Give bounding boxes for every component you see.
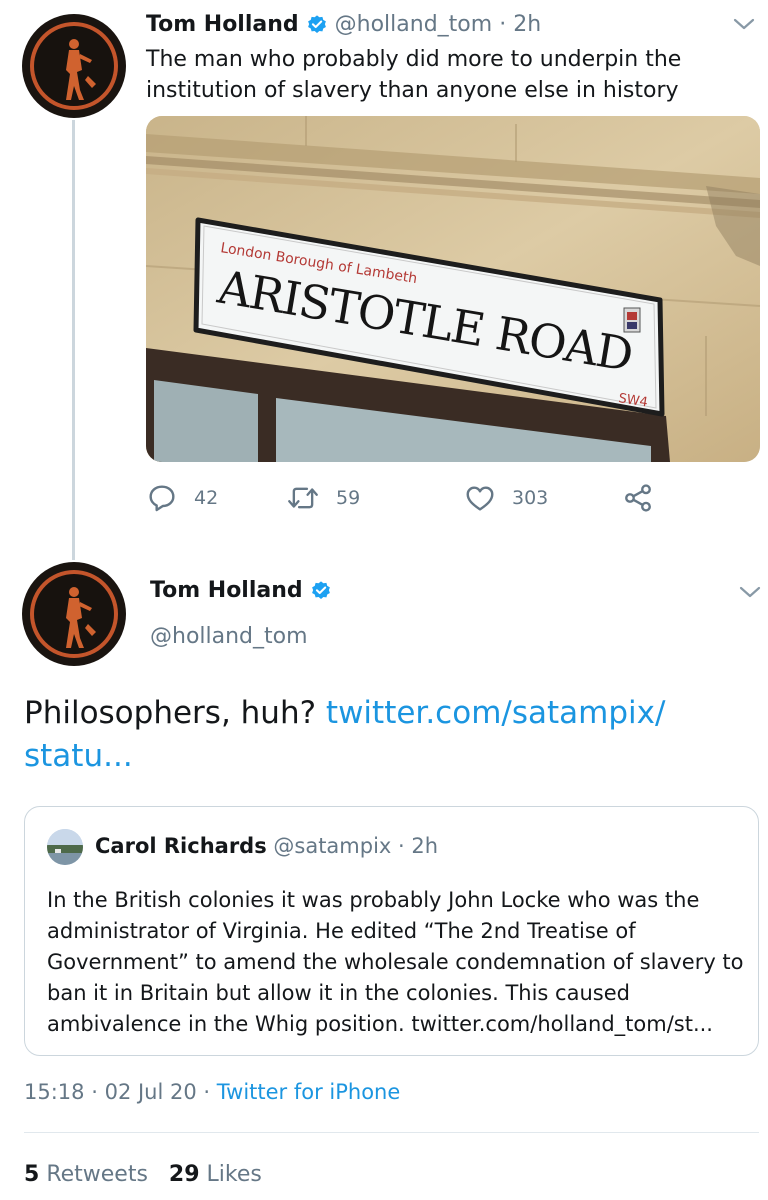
retweets-count: 5: [24, 1162, 40, 1187]
tweet-date: 02 Jul 20: [104, 1080, 197, 1104]
retweets-label: Retweets: [46, 1162, 148, 1187]
tweet-link-part2[interactable]: statu...: [24, 738, 133, 774]
author-name-row: Tom Holland: [150, 576, 332, 606]
vase-figure-icon: [66, 587, 96, 648]
verified-badge-icon: [307, 15, 326, 33]
verified-badge-icon: [311, 581, 330, 599]
tweet-text: The man who probably did more to underpi…: [146, 47, 682, 103]
quoted-author-name[interactable]: Carol Richards: [95, 834, 267, 858]
share-icon: [625, 484, 651, 512]
retweet-icon: [288, 487, 318, 509]
quoted-text: In the British colonies it was probably …: [47, 888, 744, 1036]
street-sign-photo: London Borough of Lambeth ARISTOTLE ROAD…: [146, 116, 760, 462]
quoted-author-handle[interactable]: @satampix: [273, 834, 391, 858]
quoted-header: Carol Richards @satampix · 2h: [95, 831, 438, 861]
tweet-meta: 15:18 · 02 Jul 20 · Twitter for iPhone: [24, 1077, 400, 1107]
avatar[interactable]: [22, 14, 126, 118]
tweet-link-part1[interactable]: twitter.com/satampix/: [326, 695, 666, 731]
chevron-down-icon[interactable]: [732, 16, 756, 32]
author-name[interactable]: Tom Holland: [150, 578, 303, 603]
likes-stat[interactable]: 29 Likes: [169, 1162, 262, 1187]
timestamp[interactable]: 2h: [513, 12, 541, 37]
thread-line: [72, 120, 75, 560]
tweet-time: 15:18: [24, 1080, 85, 1104]
tweet-photo[interactable]: London Borough of Lambeth ARISTOTLE ROAD…: [146, 116, 760, 462]
separator-dot: ·: [398, 834, 405, 858]
landscape-avatar-icon: [47, 829, 83, 865]
quoted-avatar[interactable]: [47, 829, 83, 865]
retweet-count: 59: [336, 487, 361, 509]
like-button[interactable]: 303: [464, 482, 548, 514]
lambeth-crest-icon: [623, 307, 641, 333]
avatar[interactable]: [22, 562, 126, 666]
chevron-down-icon[interactable]: [738, 584, 762, 600]
share-button[interactable]: [622, 482, 670, 514]
tweet-text-body: Philosophers, huh?: [24, 695, 317, 731]
quoted-timestamp: 2h: [411, 834, 439, 858]
separator-dot: ·: [499, 12, 507, 37]
author-handle[interactable]: @holland_tom: [335, 12, 493, 37]
tweet-actions: 42 59 303: [146, 482, 706, 518]
tweet-source[interactable]: Twitter for iPhone: [217, 1080, 401, 1104]
vase-figure-icon: [66, 39, 96, 100]
reply-icon: [149, 485, 175, 512]
tweet-text: Philosophers, huh? twitter.com/satampix/…: [24, 692, 744, 778]
separator-dot: ·: [91, 1080, 98, 1104]
like-icon: [466, 486, 494, 511]
retweet-button[interactable]: 59: [286, 482, 360, 514]
tweet-header: Tom Holland @holland_tom · 2h: [146, 10, 541, 40]
reply-button[interactable]: 42: [146, 482, 218, 514]
likes-count: 29: [168, 1162, 200, 1187]
reply-count: 42: [194, 487, 219, 509]
tweet-stats: 5 Retweets 29 Likes: [24, 1160, 262, 1190]
retweets-stat[interactable]: 5 Retweets: [24, 1162, 148, 1187]
author-name[interactable]: Tom Holland: [146, 12, 299, 37]
likes-label: Likes: [206, 1162, 262, 1187]
quoted-tweet[interactable]: Carol Richards @satampix · 2h In the Bri…: [24, 806, 759, 1056]
divider: [24, 1132, 759, 1133]
like-count: 303: [512, 487, 549, 509]
author-handle[interactable]: @holland_tom: [150, 622, 308, 652]
separator-dot: ·: [203, 1080, 211, 1104]
